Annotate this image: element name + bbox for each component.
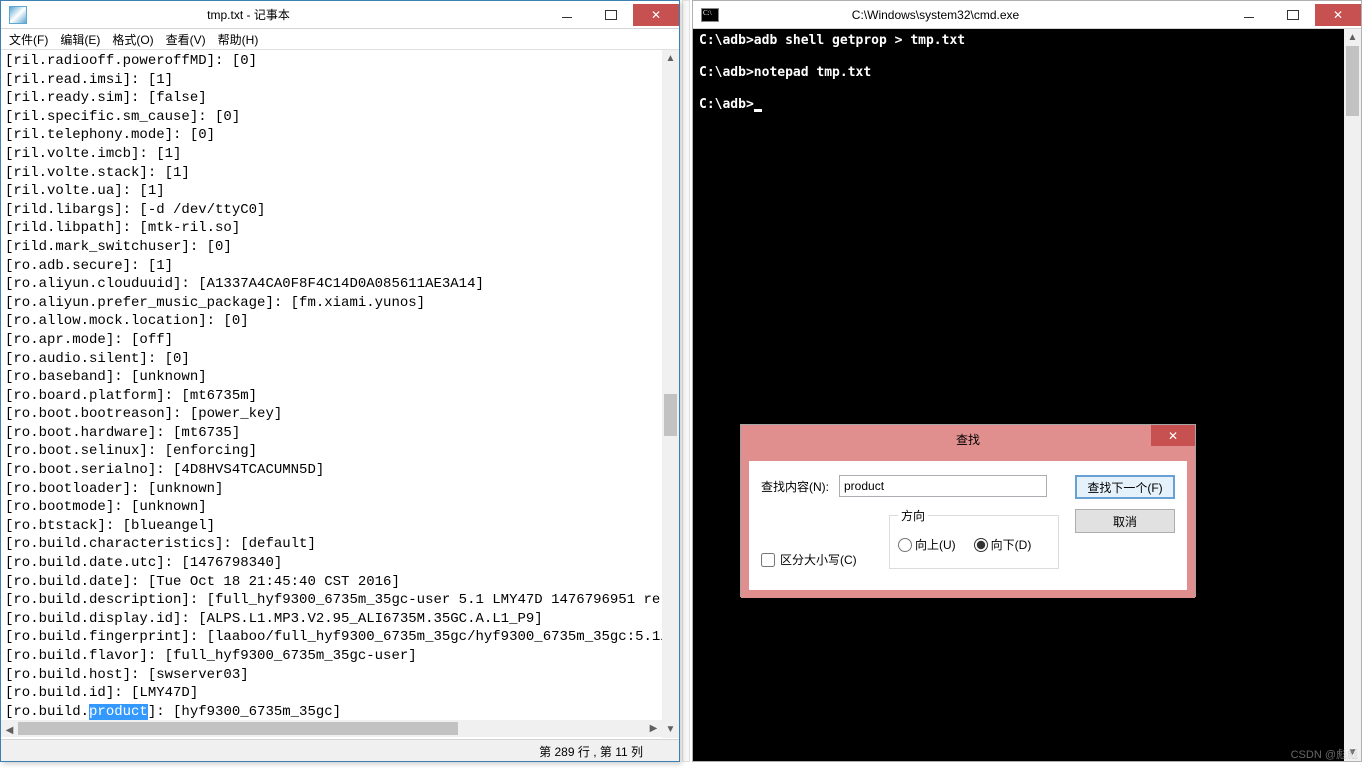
scroll-left-icon[interactable]: ◀ <box>1 722 18 739</box>
direction-fieldset: 方向 向上(U) 向下(D) <box>889 507 1059 569</box>
find-cancel-button[interactable]: 取消 <box>1075 509 1175 533</box>
cmd-titlebar[interactable]: C:\Windows\system32\cmd.exe <box>693 1 1361 29</box>
cmd-scrollbar[interactable]: ▲ ▼ <box>1344 29 1361 761</box>
menu-file[interactable]: 文件(F) <box>3 29 54 49</box>
background-sliver <box>682 0 690 762</box>
scrollbar-horizontal[interactable]: ◀ ▶ <box>1 720 662 737</box>
radio-down-text: 向下(D) <box>991 536 1032 553</box>
match-case-label[interactable]: 区分大小写(C) <box>761 551 857 568</box>
cmd-minimize-button[interactable] <box>1227 4 1271 26</box>
cmd-line1: C:\adb>adb shell getprop > tmp.txt <box>699 33 965 48</box>
cmd-title: C:\Windows\system32\cmd.exe <box>724 8 1227 22</box>
window-button-group <box>545 4 679 26</box>
find-content-label: 查找内容(N): <box>761 478 829 495</box>
cmd-scroll-track[interactable] <box>1344 46 1361 744</box>
find-next-button[interactable]: 查找下一个(F) <box>1075 475 1175 499</box>
scrollbar-vertical[interactable]: ▲ ▼ <box>662 50 679 738</box>
notepad-textarea[interactable]: [ril.radiooff.poweroffMD]: [0] [ril.read… <box>1 50 679 738</box>
close-button[interactable] <box>633 4 679 26</box>
radio-up-text: 向上(U) <box>915 536 956 553</box>
radio-down[interactable] <box>974 538 988 552</box>
scroll-up-icon[interactable]: ▲ <box>662 50 679 67</box>
cmd-window: C:\Windows\system32\cmd.exe C:\adb>adb s… <box>692 0 1362 762</box>
radio-up[interactable] <box>898 538 912 552</box>
cmd-close-button[interactable] <box>1315 4 1361 26</box>
cmd-line2: C:\adb>notepad tmp.txt <box>699 65 871 80</box>
scroll-down-icon[interactable]: ▼ <box>662 721 679 738</box>
cmd-maximize-button[interactable] <box>1271 4 1315 26</box>
radio-down-label[interactable]: 向下(D) <box>974 536 1032 553</box>
selection-highlight[interactable]: product <box>89 704 148 720</box>
notepad-titlebar[interactable]: tmp.txt - 记事本 <box>1 1 679 29</box>
match-case-text: 区分大小写(C) <box>780 551 857 568</box>
menu-format[interactable]: 格式(O) <box>106 29 159 49</box>
find-title: 查找 <box>956 431 980 448</box>
find-buttons-col: 查找下一个(F) 取消 <box>1075 475 1175 533</box>
notepad-statusbar: 第 289 行 , 第 11 列 <box>1 739 679 761</box>
cmd-icon <box>701 8 719 22</box>
find-dialog: 查找 ✕ 查找内容(N): 查找下一个(F) 取消 方向 向上(U) 向下(D) <box>740 424 1196 597</box>
menu-view[interactable]: 查看(V) <box>160 29 212 49</box>
notepad-content[interactable]: [ril.radiooff.poweroffMD]: [0] [ril.read… <box>1 50 679 738</box>
scroll-thumb-h[interactable] <box>18 722 458 735</box>
cmd-scroll-thumb[interactable] <box>1346 46 1359 116</box>
scroll-track[interactable] <box>662 67 679 721</box>
watermark: CSDN @彪彪 <box>1291 746 1358 762</box>
find-input[interactable] <box>839 475 1047 497</box>
notepad-icon <box>9 6 27 24</box>
find-body: 查找内容(N): 查找下一个(F) 取消 方向 向上(U) 向下(D) 区分大小 <box>741 453 1195 598</box>
cmd-cursor <box>754 109 762 112</box>
cmd-body[interactable]: C:\adb>adb shell getprop > tmp.txt C:\ad… <box>693 29 1361 761</box>
match-case-checkbox[interactable] <box>761 553 775 567</box>
text-lines[interactable]: [ril.radiooff.poweroffMD]: [0] [ril.read… <box>5 53 677 701</box>
last-line-pre[interactable]: [ro.build. <box>5 704 89 720</box>
scroll-right-icon[interactable]: ▶ <box>645 720 662 737</box>
cmd-scroll-up-icon[interactable]: ▲ <box>1344 29 1361 46</box>
cmd-line3: C:\adb> <box>699 97 754 112</box>
notepad-title: tmp.txt - 记事本 <box>32 6 545 23</box>
find-titlebar[interactable]: 查找 ✕ <box>741 425 1195 453</box>
radio-up-label[interactable]: 向上(U) <box>898 536 956 553</box>
last-line-post[interactable]: ]: [hyf9300_6735m_35gc] <box>148 704 341 720</box>
direction-legend: 方向 <box>898 507 928 524</box>
notepad-window: tmp.txt - 记事本 文件(F) 编辑(E) 格式(O) 查看(V) 帮助… <box>0 0 680 762</box>
cmd-output[interactable]: C:\adb>adb shell getprop > tmp.txt C:\ad… <box>693 29 1361 117</box>
status-text: 第 289 行 , 第 11 列 <box>539 745 643 759</box>
scroll-thumb[interactable] <box>664 394 677 436</box>
maximize-button[interactable] <box>589 4 633 26</box>
find-close-button[interactable]: ✕ <box>1151 425 1195 446</box>
menu-edit[interactable]: 编辑(E) <box>54 29 106 49</box>
minimize-button[interactable] <box>545 4 589 26</box>
cmd-window-buttons <box>1227 4 1361 26</box>
notepad-menu: 文件(F) 编辑(E) 格式(O) 查看(V) 帮助(H) <box>1 29 679 50</box>
direction-radios: 向上(U) 向下(D) <box>898 536 1050 553</box>
menu-help[interactable]: 帮助(H) <box>212 29 265 49</box>
